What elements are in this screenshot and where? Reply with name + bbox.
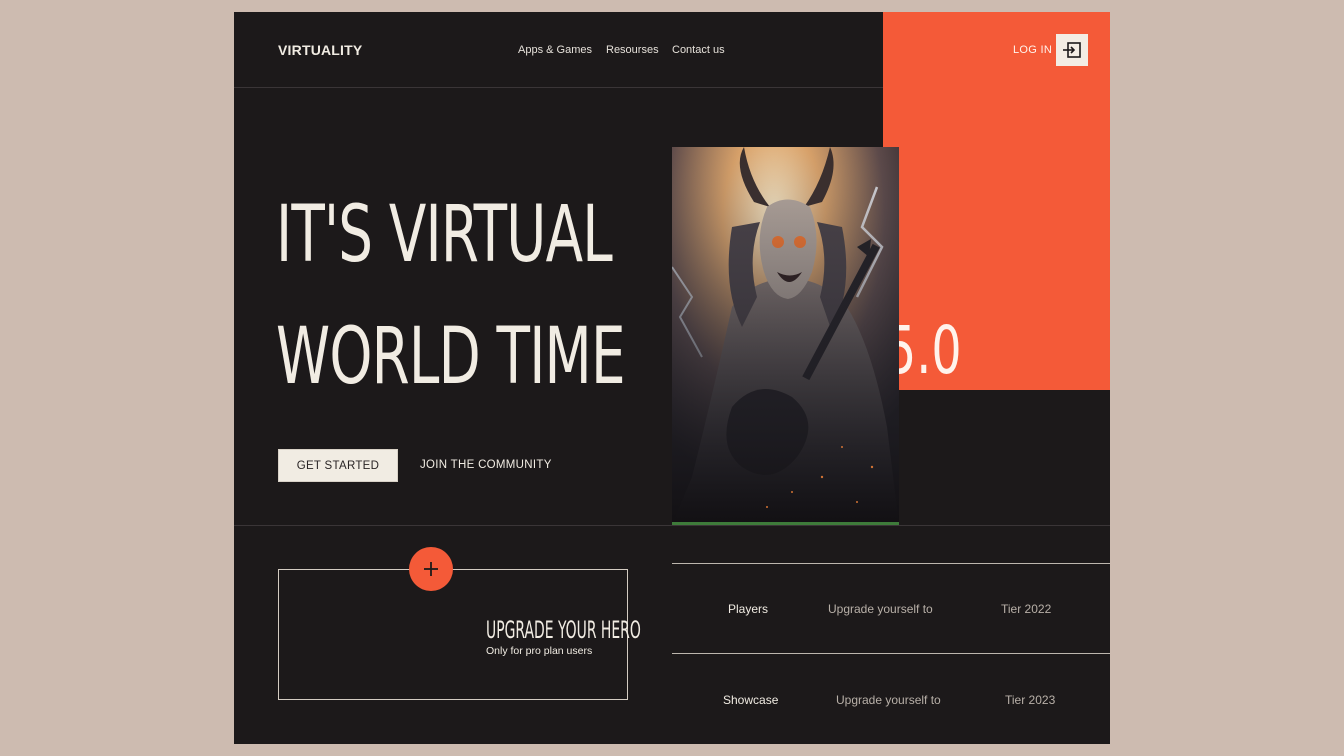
upgrade-title: UPGRADE YOUR HERO — [486, 616, 641, 644]
nav-apps-games[interactable]: Apps & Games — [518, 44, 592, 56]
get-started-button[interactable]: GET STARTED — [278, 449, 398, 482]
landing-frame: VIRTUALITY Apps & Games Resourses Contac… — [234, 12, 1110, 744]
row-tier-showcase: Tier 2023 — [1005, 693, 1056, 707]
plus-icon — [424, 562, 438, 576]
row-divider — [672, 563, 1110, 564]
row-label-showcase[interactable]: Showcase — [723, 693, 778, 707]
hero-title: IT'S VIRTUAL WORLD TIME — [276, 174, 626, 418]
row-text-showcase: Upgrade yourself to — [836, 693, 941, 707]
row-label-players[interactable]: Players — [728, 602, 768, 616]
nav-contact[interactable]: Contact us — [672, 44, 725, 56]
row-text-players: Upgrade yourself to — [828, 602, 933, 616]
upgrade-subtitle: Only for pro plan users — [486, 645, 593, 657]
login-link[interactable]: LOG IN — [1013, 44, 1052, 56]
demon-guitarist-illustration — [672, 147, 899, 525]
section-divider — [234, 525, 1110, 526]
header-divider — [234, 87, 883, 88]
hero-title-line-2: WORLD TIME — [276, 312, 626, 402]
login-button[interactable] — [1056, 34, 1088, 66]
add-button[interactable] — [409, 547, 453, 591]
row-tier-players: Tier 2022 — [1001, 602, 1052, 616]
brand-logo[interactable]: VIRTUALITY — [278, 42, 362, 58]
nav-resources[interactable]: Resourses — [606, 44, 659, 56]
login-arrow-icon — [1063, 42, 1081, 58]
join-community-link[interactable]: JOIN THE COMMUNITY — [420, 459, 552, 471]
hero-image — [672, 147, 899, 525]
hero-title-line-1: IT'S VIRTUAL — [276, 190, 613, 280]
row-divider — [672, 653, 1110, 654]
